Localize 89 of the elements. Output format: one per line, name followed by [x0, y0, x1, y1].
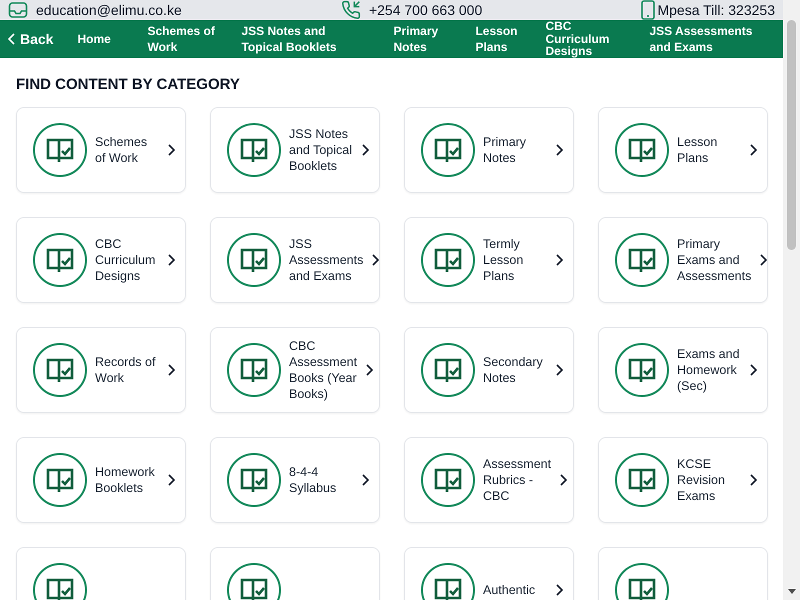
book-check-icon [433, 246, 463, 274]
book-check-icon [627, 356, 657, 384]
category-card[interactable]: KCSE Revision Exams [598, 436, 768, 522]
book-check-icon [239, 356, 269, 384]
chevron-right-icon [759, 254, 768, 266]
chevron-right-icon [555, 364, 563, 376]
category-label: CBC Assessment Books (Year Books) [289, 338, 358, 402]
category-card[interactable]: JSS Assessments and Exams [210, 216, 380, 302]
chevron-right-icon [749, 364, 757, 376]
book-check-icon [433, 576, 463, 600]
book-check-icon [239, 466, 269, 494]
chevron-right-icon [555, 144, 563, 156]
category-card[interactable]: 8-4-4 Syllabus [210, 436, 380, 522]
chevron-right-icon [361, 474, 369, 486]
category-label: CBC Curriculum Designs [95, 236, 156, 284]
category-label: Lesson Plans [677, 134, 718, 166]
chevron-right-icon [167, 364, 175, 376]
email-text: education@elimu.co.ke [36, 2, 182, 18]
chevron-right-icon [555, 584, 563, 596]
chevron-right-icon [559, 474, 568, 486]
phone-number-text: +254 700 663 000 [368, 2, 482, 18]
category-card[interactable]: Homework Booklets [16, 436, 186, 522]
book-check-icon [239, 576, 269, 600]
category-card[interactable]: Schemes of Work [16, 106, 186, 192]
category-label: JSS Notes and Topical Booklets [289, 126, 353, 174]
chevron-right-icon [361, 144, 369, 156]
category-label: Exams and Homework (Sec) [677, 346, 741, 394]
book-check-icon [627, 246, 657, 274]
chevron-right-icon [167, 474, 175, 486]
category-label: Secondary Notes [483, 354, 544, 386]
nav-link[interactable]: CBC Curriculum Designs [545, 20, 628, 58]
category-label: Primary Notes [483, 134, 528, 166]
category-label: KCSE Revision Exams [677, 456, 726, 504]
book-check-icon [45, 246, 75, 274]
nav-link[interactable]: Schemes of Work [147, 22, 216, 55]
category-label: Schemes of Work [95, 134, 148, 166]
category-card[interactable]: Exams and Homework (Sec) [598, 326, 768, 412]
inbox-icon [8, 1, 28, 19]
category-card[interactable]: Records of Work [16, 326, 186, 412]
section-title: FIND CONTENT BY CATEGORY [16, 76, 241, 92]
category-label: 8-4-4 Syllabus [289, 464, 338, 496]
chevron-left-icon [8, 32, 16, 45]
scroll-down-icon[interactable] [788, 589, 796, 594]
category-card[interactable]: Lesson Plans [598, 106, 768, 192]
category-card[interactable]: Assessment Rubrics - CBC [404, 436, 574, 522]
chevron-right-icon [167, 254, 175, 266]
chevron-right-icon [371, 254, 380, 266]
book-check-icon [45, 356, 75, 384]
category-card[interactable]: CBC Assessment Books (Year Books) [210, 326, 380, 412]
book-check-icon [433, 466, 463, 494]
book-check-icon [627, 576, 657, 600]
category-card[interactable]: Termly Lesson Plans [404, 216, 574, 302]
category-label: Homework Booklets [95, 464, 156, 496]
back-link[interactable]: Back [8, 30, 54, 47]
nav-link[interactable]: Lesson Plans [475, 22, 526, 55]
book-check-icon [239, 246, 269, 274]
nav-link[interactable]: Primary Notes [393, 22, 450, 55]
chevron-right-icon [365, 364, 374, 376]
book-check-icon [239, 136, 269, 164]
book-check-icon [45, 576, 75, 600]
book-check-icon [627, 466, 657, 494]
category-label: Assessment Rubrics - CBC [483, 456, 552, 504]
category-card[interactable]: Authentic [404, 546, 574, 600]
scrollbar-thumb[interactable] [787, 20, 796, 250]
book-check-icon [627, 136, 657, 164]
category-card[interactable]: JSS Notes and Topical Booklets [210, 106, 380, 192]
nav-link[interactable]: JSS Notes and Topical Booklets [241, 22, 368, 55]
chevron-right-icon [749, 474, 757, 486]
category-card[interactable]: Primary Notes [404, 106, 574, 192]
nav-link[interactable]: JSS Assessments and Exams [649, 22, 760, 55]
chevron-right-icon [749, 144, 757, 156]
book-check-icon [45, 136, 75, 164]
chevron-right-icon [555, 254, 563, 266]
category-label: JSS Assessments and Exams [289, 236, 364, 284]
category-label: Records of Work [95, 354, 156, 386]
mobile-phone-icon [641, 0, 656, 20]
category-card[interactable]: Secondary Notes [404, 326, 574, 412]
book-check-icon [433, 136, 463, 164]
category-label: Authentic [483, 582, 536, 598]
book-check-icon [45, 466, 75, 494]
category-label: Primary Exams and Assessments [677, 236, 752, 284]
mpesa-till-text: Mpesa Till: 323253 [657, 2, 775, 18]
chevron-right-icon [167, 144, 175, 156]
category-label: Termly Lesson Plans [483, 236, 524, 284]
category-card[interactable]: CBC Curriculum Designs [16, 216, 186, 302]
book-check-icon [433, 356, 463, 384]
nav-link[interactable]: Home [77, 30, 118, 47]
phone-incoming-icon [340, 0, 361, 20]
category-card[interactable]: Primary Exams and Assessments [598, 216, 768, 302]
